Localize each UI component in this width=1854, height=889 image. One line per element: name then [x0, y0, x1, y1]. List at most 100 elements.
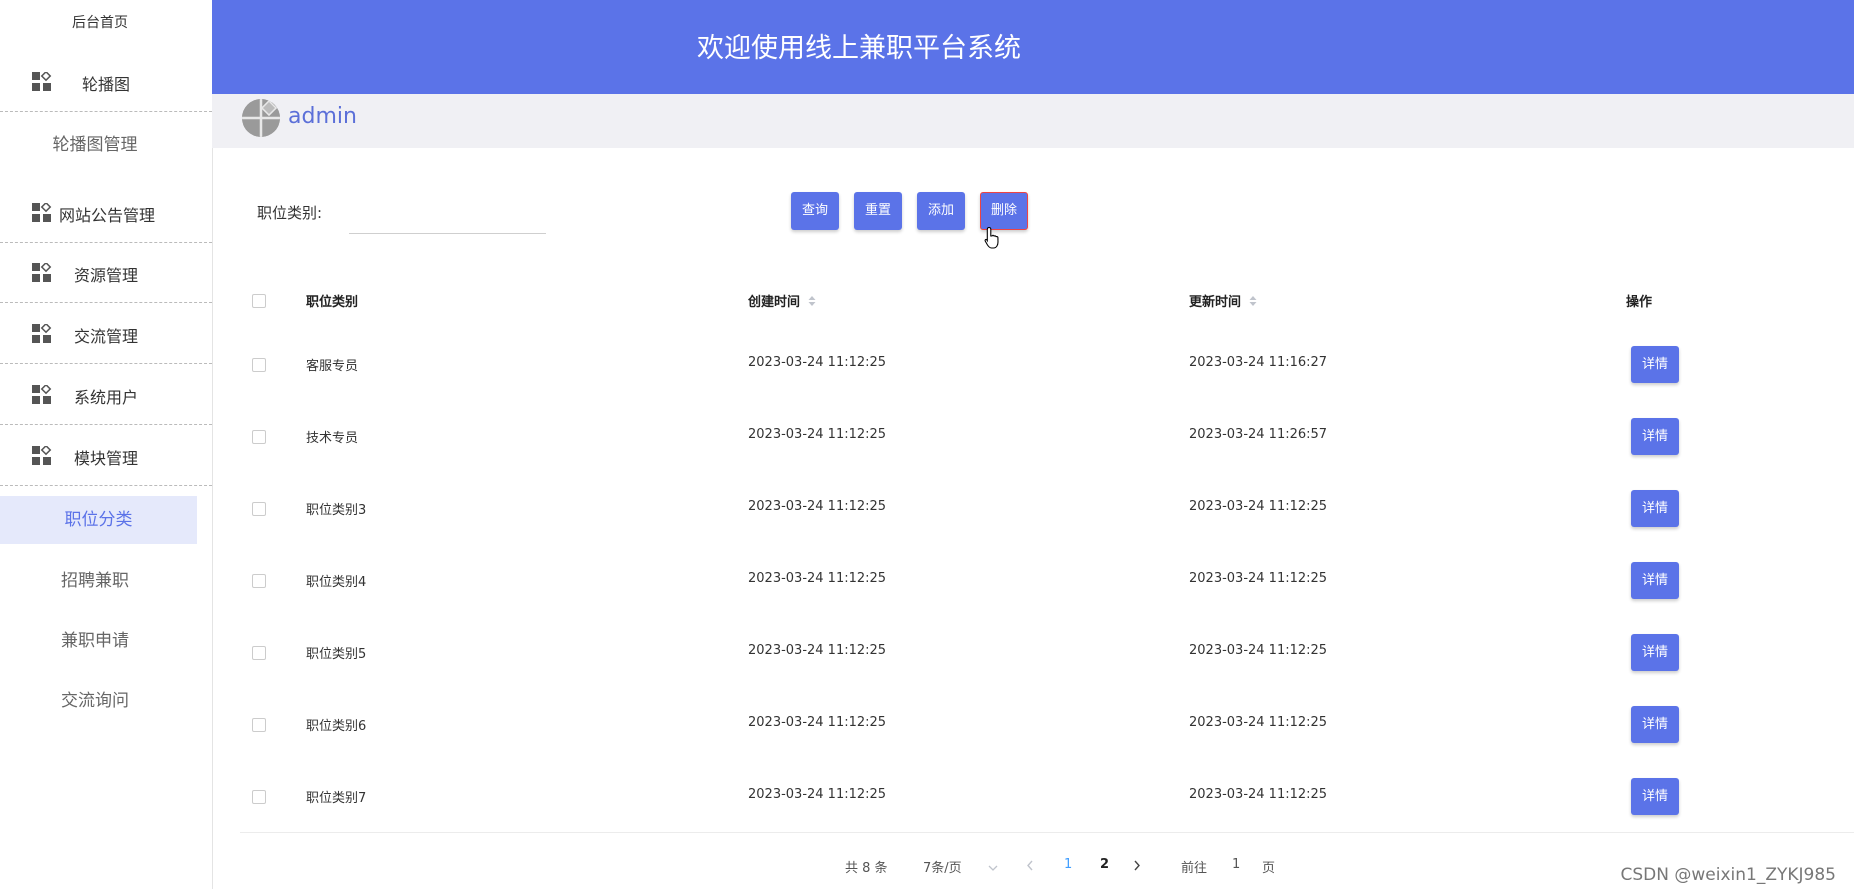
column-header-label: 创建时间: [748, 295, 801, 310]
prev-page-icon[interactable]: [1026, 860, 1034, 871]
cell-created: 2023-03-24 11:12:25: [748, 499, 887, 514]
chevron-down-icon: [988, 865, 998, 871]
column-header-category: 职位类别: [306, 295, 359, 310]
sidebar-item-recruitment[interactable]: 招聘兼职: [0, 557, 190, 605]
username[interactable]: admin: [288, 104, 357, 129]
table-divider: [240, 832, 1854, 833]
row-checkbox[interactable]: [252, 430, 266, 444]
sidebar-item-carousel-manage[interactable]: 轮播图管理: [0, 121, 190, 169]
sidebar-group-label: 轮播图: [81, 75, 130, 94]
table-row: 职位类别3 2023-03-24 11:12:25 2023-03-24 11:…: [240, 472, 1854, 544]
sidebar-group-label: 交流管理: [73, 327, 138, 346]
row-checkbox[interactable]: [252, 646, 266, 660]
page-size-value: 7条/页: [923, 861, 962, 876]
cell-created: 2023-03-24 11:12:25: [748, 427, 887, 442]
cell-category: 客服专员: [306, 359, 359, 374]
page-number-2[interactable]: 2: [1100, 857, 1109, 872]
cell-updated: 2023-03-24 11:26:57: [1189, 427, 1328, 442]
grid-icon: [32, 203, 52, 222]
cell-category: 职位类别7: [306, 791, 367, 806]
sidebar-group-system-users[interactable]: 系统用户: [0, 364, 212, 425]
column-header-created[interactable]: 创建时间: [748, 291, 816, 310]
detail-button[interactable]: 详情: [1631, 346, 1679, 383]
next-page-icon[interactable]: [1133, 860, 1141, 871]
detail-button[interactable]: 详情: [1631, 634, 1679, 671]
cell-created: 2023-03-24 11:12:25: [748, 643, 887, 658]
sidebar-group-notice[interactable]: 网站公告管理: [0, 182, 212, 243]
cell-created: 2023-03-24 11:12:25: [748, 715, 887, 730]
avatar[interactable]: [242, 99, 280, 137]
detail-button[interactable]: 详情: [1631, 490, 1679, 527]
grid-icon: [32, 72, 52, 91]
cell-category: 职位类别4: [306, 575, 367, 590]
sidebar-item-job-category[interactable]: 职位分类: [0, 496, 197, 544]
detail-button[interactable]: 详情: [1631, 418, 1679, 455]
detail-button[interactable]: 详情: [1631, 778, 1679, 815]
column-header-actions: 操作: [1626, 295, 1653, 310]
table-row: 客服专员 2023-03-24 11:12:25 2023-03-24 11:1…: [240, 328, 1854, 400]
sidebar-group-exchange[interactable]: 交流管理: [0, 303, 212, 364]
table-row: 职位类别5 2023-03-24 11:12:25 2023-03-24 11:…: [240, 616, 1854, 688]
sidebar-group-modules[interactable]: 模块管理: [0, 425, 212, 486]
row-checkbox[interactable]: [252, 502, 266, 516]
sidebar-group-label: 资源管理: [73, 266, 138, 285]
cell-category: 职位类别3: [306, 503, 367, 518]
hand-cursor-icon: [984, 226, 999, 249]
sidebar-group-resources[interactable]: 资源管理: [0, 242, 212, 303]
cell-created: 2023-03-24 11:12:25: [748, 571, 887, 586]
add-button[interactable]: 添加: [917, 192, 965, 230]
query-button[interactable]: 查询: [791, 192, 839, 230]
goto-suffix: 页: [1262, 861, 1276, 876]
cell-category: 技术专员: [306, 431, 359, 446]
cell-created: 2023-03-24 11:12:25: [748, 355, 887, 370]
sidebar: 后台首页 轮播图 轮播图管理 网站公告管理 资源管理 交流管理 系统用户 模块管…: [0, 0, 213, 889]
detail-button[interactable]: 详情: [1631, 562, 1679, 599]
table-row: 职位类别7 2023-03-24 11:12:25 2023-03-24 11:…: [240, 760, 1854, 832]
cell-updated: 2023-03-24 11:12:25: [1189, 787, 1328, 802]
cell-updated: 2023-03-24 11:12:25: [1189, 571, 1328, 586]
delete-button[interactable]: 删除: [980, 192, 1028, 230]
table-row: 技术专员 2023-03-24 11:12:25 2023-03-24 11:2…: [240, 400, 1854, 472]
category-search-input[interactable]: [349, 195, 546, 234]
cell-updated: 2023-03-24 11:16:27: [1189, 355, 1328, 370]
top-header: 欢迎使用线上兼职平台系统: [212, 0, 1854, 94]
row-checkbox[interactable]: [252, 574, 266, 588]
grid-icon: [32, 446, 52, 465]
sidebar-group-label: 网站公告管理: [58, 206, 155, 225]
page-number-1[interactable]: 1: [1064, 857, 1072, 872]
filter-label: 职位类别:: [257, 204, 323, 222]
cell-created: 2023-03-24 11:12:25: [748, 787, 887, 802]
goto-prefix: 前往: [1181, 861, 1208, 876]
cell-category: 职位类别5: [306, 647, 367, 662]
user-bar: admin: [212, 94, 1854, 148]
grid-icon: [32, 263, 52, 282]
row-checkbox[interactable]: [252, 358, 266, 372]
row-checkbox[interactable]: [252, 718, 266, 732]
select-all-checkbox[interactable]: [252, 294, 266, 308]
cell-category: 职位类别6: [306, 719, 367, 734]
page-size-select[interactable]: 7条/页: [923, 857, 998, 876]
detail-button[interactable]: 详情: [1631, 706, 1679, 743]
main-panel: 职位类别: 查询 重置 添加 删除 职位类别 创建时间 更新时间 操作 客服专员…: [220, 155, 1854, 889]
grid-icon: [32, 385, 52, 404]
avatar-icon: [242, 99, 280, 137]
reset-button[interactable]: 重置: [854, 192, 902, 230]
sort-caret-icon[interactable]: [1249, 295, 1257, 307]
table-row: 职位类别6 2023-03-24 11:12:25 2023-03-24 11:…: [240, 688, 1854, 760]
sidebar-item-inquiries[interactable]: 交流询问: [0, 677, 190, 725]
sort-caret-icon[interactable]: [808, 295, 816, 307]
column-header-updated[interactable]: 更新时间: [1189, 291, 1257, 310]
sidebar-group-carousel[interactable]: 轮播图: [0, 51, 212, 112]
watermark: CSDN @weixin1_ZYKJ985: [1620, 865, 1836, 885]
sidebar-home-link[interactable]: 后台首页: [0, 12, 200, 32]
grid-icon: [32, 324, 52, 343]
goto-page-input[interactable]: 1: [1232, 857, 1240, 872]
sidebar-item-applications[interactable]: 兼职申请: [0, 617, 190, 665]
cell-updated: 2023-03-24 11:12:25: [1189, 499, 1328, 514]
cell-updated: 2023-03-24 11:12:25: [1189, 643, 1328, 658]
pagination-total: 共 8 条: [845, 861, 888, 876]
row-checkbox[interactable]: [252, 790, 266, 804]
column-header-label: 更新时间: [1189, 295, 1242, 310]
cell-updated: 2023-03-24 11:12:25: [1189, 715, 1328, 730]
page-title: 欢迎使用线上兼职平台系统: [697, 33, 1021, 64]
